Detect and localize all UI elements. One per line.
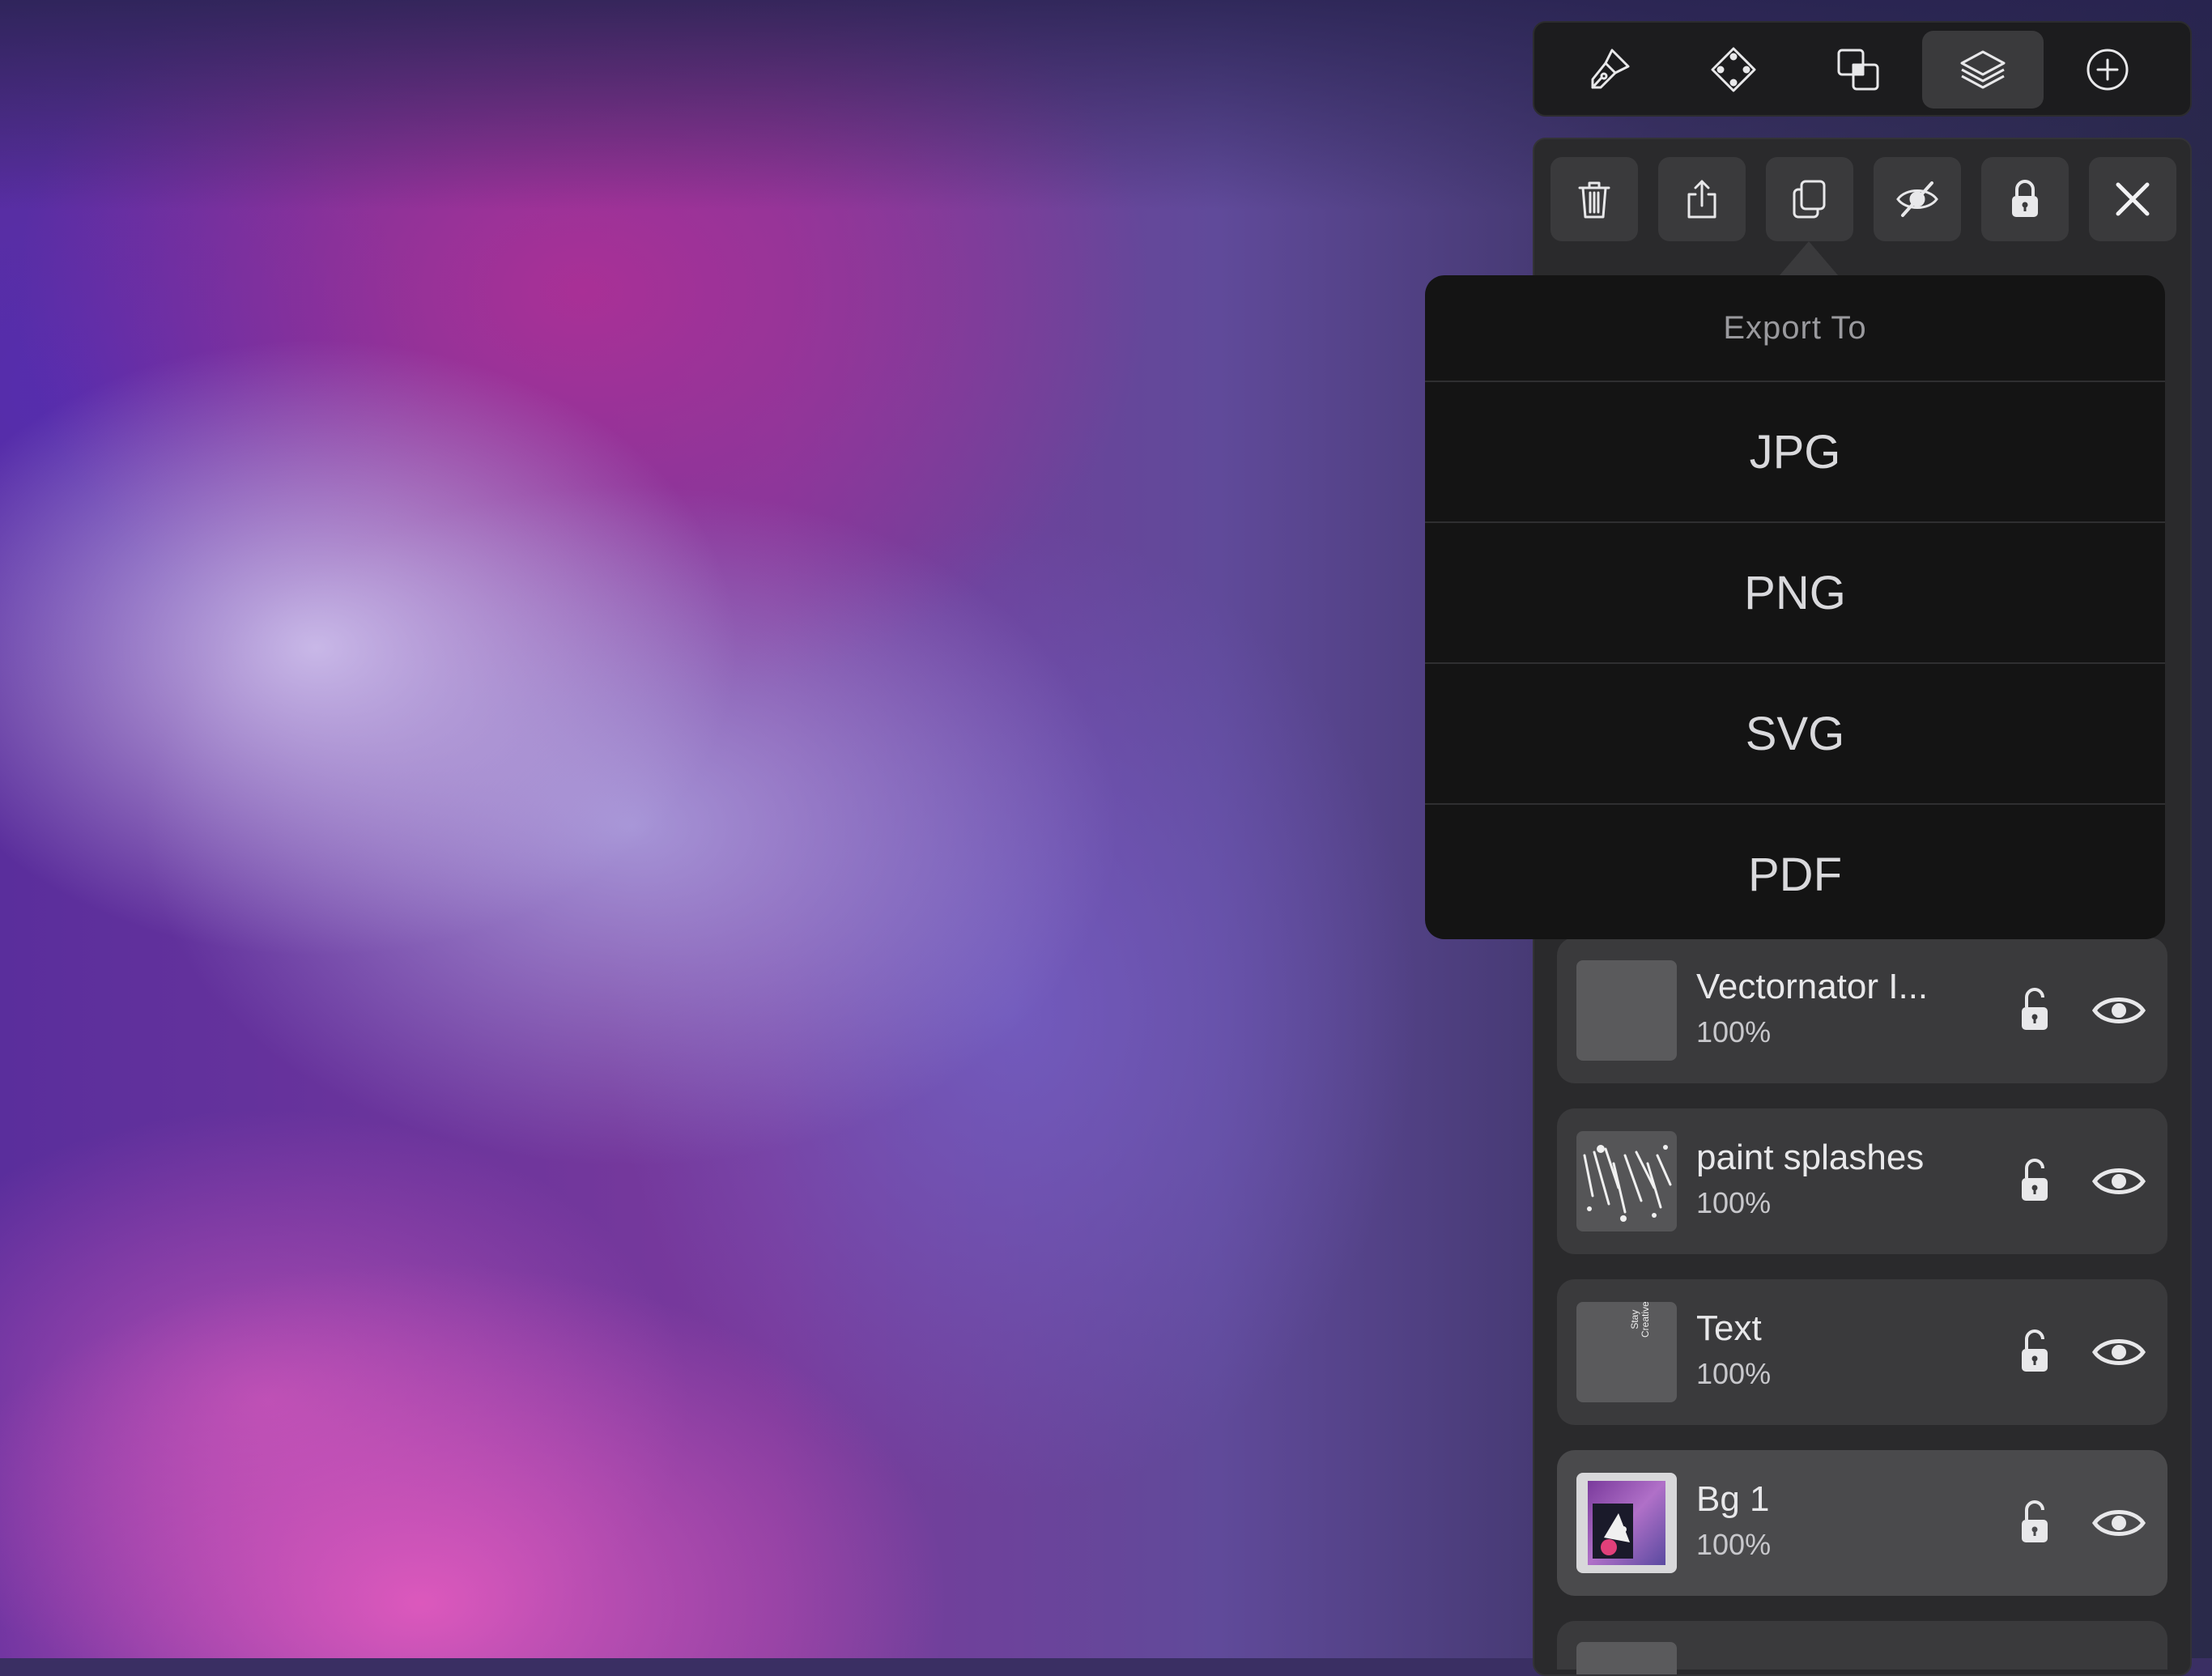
layer-opacity: 100% — [1696, 1357, 1772, 1390]
visibility-eye-icon[interactable] — [2091, 985, 2146, 1036]
pen-brush-icon — [1591, 49, 1630, 89]
background-art-thumbnail — [1588, 1481, 1665, 1565]
visibility-eye-icon[interactable] — [2091, 1326, 2146, 1378]
layer-name: Vectornator I... — [1696, 967, 1929, 1006]
unlock-icon[interactable] — [2009, 1154, 2061, 1206]
arrange-shapes-icon — [1837, 49, 1879, 91]
arrange-tool-button[interactable] — [1797, 31, 1919, 108]
visibility-eye-icon[interactable] — [2091, 1155, 2146, 1207]
delete-layer-button[interactable] — [1551, 157, 1638, 241]
duplicate-icon — [1793, 180, 1826, 219]
layer-thumbnail — [1576, 960, 1677, 1061]
layer-opacity: 100% — [1696, 1528, 1772, 1561]
unlock-icon[interactable] — [2009, 1495, 2061, 1547]
layer-row[interactable]: Vectornator I... 100% — [1557, 938, 2167, 1083]
export-menu: Export To JPG PNG SVG PDF — [1425, 275, 2165, 939]
top-toolbar — [1533, 21, 2192, 117]
export-pdf-option[interactable]: PDF — [1425, 805, 2165, 939]
layer-row[interactable]: Stay Creative Text 100% — [1557, 1279, 2167, 1425]
layer-row[interactable]: paint splashes 100% — [1557, 1108, 2167, 1254]
layer-name: Bg 1 — [1696, 1479, 1770, 1519]
layer-name: paint splashes — [1696, 1138, 1925, 1177]
add-button[interactable] — [2047, 31, 2168, 108]
visibility-eye-icon[interactable] — [2091, 1497, 2146, 1549]
layer-thumbnail — [1576, 1473, 1677, 1573]
popover-arrow — [1780, 241, 1838, 275]
close-icon — [2116, 182, 2150, 216]
export-jpg-option[interactable]: JPG — [1425, 382, 2165, 523]
lock-icon — [2012, 180, 2038, 217]
thumbnail-text: Stay Creative — [1629, 1302, 1651, 1338]
pen-tool-button[interactable] — [1548, 31, 1670, 108]
layer-name: Text — [1696, 1308, 1762, 1348]
paint-splashes-thumbnail — [1583, 1145, 1672, 1222]
layer-opacity: 100% — [1696, 1015, 1772, 1049]
layers-icon — [1960, 50, 2006, 89]
close-panel-button[interactable] — [2089, 157, 2176, 241]
trash-icon — [1578, 181, 1610, 219]
export-svg-option[interactable]: SVG — [1425, 664, 2165, 805]
layer-thumbnail — [1576, 1131, 1677, 1231]
share-export-icon — [1687, 180, 1716, 219]
node-tool-button[interactable] — [1673, 31, 1794, 108]
hide-eye-slash-icon — [1896, 181, 1938, 217]
export-menu-title: Export To — [1425, 275, 2165, 382]
lock-layer-button[interactable] — [1981, 157, 2069, 241]
add-circle-icon — [2087, 49, 2129, 91]
export-layer-button[interactable] — [1658, 157, 1746, 241]
layers-tool-button[interactable] — [1922, 31, 2044, 108]
duplicate-layer-button[interactable] — [1766, 157, 1853, 241]
layer-row[interactable] — [1557, 1621, 2167, 1674]
export-png-option[interactable]: PNG — [1425, 523, 2165, 664]
layer-thumbnail: Stay Creative — [1576, 1302, 1677, 1402]
node-select-icon — [1711, 47, 1756, 92]
layer-opacity: 100% — [1696, 1186, 1772, 1219]
hide-layer-button[interactable] — [1874, 157, 1961, 241]
unlock-icon[interactable] — [2009, 983, 2061, 1035]
layer-row-selected[interactable]: Bg 1 100% — [1557, 1450, 2167, 1596]
unlock-icon[interactable] — [2009, 1325, 2061, 1376]
layer-thumbnail — [1576, 1642, 1677, 1674]
